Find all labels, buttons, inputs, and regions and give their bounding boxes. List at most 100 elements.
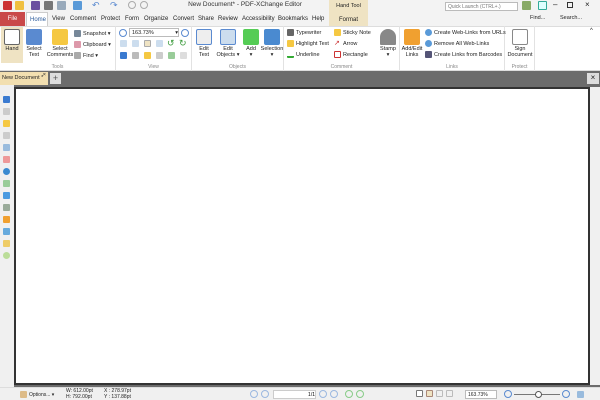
search-pane-icon[interactable] — [3, 192, 10, 199]
underline-button[interactable]: Underline — [287, 51, 320, 59]
properties-icon[interactable] — [180, 52, 187, 59]
add-button[interactable]: Add ▾ — [242, 29, 260, 58]
layers-icon[interactable] — [168, 52, 175, 59]
rotate-left-icon[interactable]: ↺ — [167, 38, 175, 49]
select-text-button[interactable]: Select Text — [24, 29, 44, 58]
open-icon[interactable] — [15, 1, 24, 10]
continuous-icon[interactable] — [426, 390, 433, 397]
find-button[interactable]: Find... — [530, 15, 545, 21]
properties-pane-icon[interactable] — [3, 180, 10, 187]
edit-objects-button[interactable]: Edit Objects ▾ — [216, 29, 240, 58]
tab-organize[interactable]: Organize — [141, 12, 171, 26]
bookmarks-pane-icon[interactable] — [3, 96, 10, 103]
find-tool-button[interactable]: Find ▾ — [74, 52, 98, 60]
tab-view[interactable]: View — [49, 12, 68, 26]
close-tab-icon[interactable]: × — [43, 69, 46, 82]
scan-icon[interactable] — [73, 1, 82, 10]
save-icon[interactable] — [31, 1, 40, 10]
search-button[interactable]: Search... — [560, 15, 582, 21]
minimize-button[interactable]: – — [553, 0, 557, 9]
back-icon[interactable] — [128, 1, 136, 9]
zoom-in-icon[interactable] — [181, 29, 189, 37]
document-tab[interactable]: New Document * × — [0, 72, 48, 85]
zoom-select[interactable]: 163.73% ▾ — [129, 28, 179, 37]
highlight-button[interactable]: Highlight Text — [287, 40, 329, 48]
tab-protect[interactable]: Protect — [98, 12, 123, 26]
tab-format[interactable]: Format — [329, 17, 368, 23]
structure-pane-icon[interactable] — [3, 204, 10, 211]
tab-file[interactable]: File — [0, 12, 25, 26]
pages-icon[interactable] — [132, 52, 139, 59]
options-button[interactable]: Options... ▾ — [20, 391, 54, 398]
zoom-slider-thumb[interactable] — [535, 391, 542, 398]
tab-form[interactable]: Form — [122, 12, 142, 26]
remove-web-links-button[interactable]: Remove All Web-Links — [425, 40, 489, 48]
tab-convert[interactable]: Convert — [170, 12, 197, 26]
articles-pane-icon[interactable] — [3, 240, 10, 247]
tab-home[interactable]: Home — [26, 12, 48, 26]
next-page-icon[interactable] — [319, 390, 327, 398]
redo-icon[interactable]: ↷ — [110, 1, 118, 10]
snapshot-button[interactable]: Snapshot ▾ — [74, 30, 111, 38]
comments-pane-icon[interactable] — [144, 52, 151, 59]
close-all-tabs-button[interactable]: × — [587, 73, 599, 84]
view-options-icon[interactable] — [577, 391, 584, 398]
first-page-icon[interactable] — [250, 390, 258, 398]
content-pane-icon[interactable] — [3, 144, 10, 151]
undo-icon[interactable]: ↶ — [92, 1, 100, 10]
tab-share[interactable]: Share — [195, 12, 217, 26]
select-comments-button[interactable]: Select Comments — [46, 29, 74, 58]
tab-review[interactable]: Review — [215, 12, 241, 26]
arrow-button[interactable]: ↗ Arrow — [334, 40, 357, 48]
quick-launch-input[interactable] — [445, 2, 518, 11]
forward-icon[interactable] — [140, 1, 148, 9]
settings-icon[interactable] — [522, 1, 531, 10]
tab-help[interactable]: Help — [309, 12, 327, 26]
tab-bookmarks[interactable]: Bookmarks — [275, 12, 311, 26]
bookmark-icon[interactable] — [120, 52, 127, 59]
comments-list-icon[interactable] — [3, 120, 10, 127]
single-page-icon[interactable] — [416, 390, 423, 397]
add-edit-links-button[interactable]: Add/Edit Links — [401, 29, 423, 58]
fullscreen-icon[interactable] — [538, 1, 547, 10]
prev-page-icon[interactable] — [261, 390, 269, 398]
document-page[interactable] — [14, 87, 590, 385]
status-zoom-in-icon[interactable] — [562, 390, 570, 398]
page-number-input[interactable] — [273, 390, 316, 399]
rotate-right-icon[interactable]: ↻ — [179, 38, 187, 49]
tab-comment[interactable]: Comment — [67, 12, 99, 26]
collapse-ribbon-icon[interactable]: ^ — [590, 28, 593, 34]
rectangle-button[interactable]: Rectangle — [334, 51, 368, 59]
vertical-scrollbar[interactable] — [590, 87, 600, 385]
layers-pane-icon[interactable] — [3, 168, 10, 175]
sign-document-button[interactable]: Sign Document — [506, 29, 534, 58]
signatures-pane-icon[interactable] — [3, 252, 10, 259]
selection-button[interactable]: Selection ▾ — [260, 29, 284, 58]
history-back-icon[interactable] — [345, 390, 353, 398]
attachments-pane-icon[interactable] — [3, 132, 10, 139]
barcode-links-button[interactable]: Create Links from Barcodes — [425, 51, 502, 59]
fit-width-icon[interactable] — [144, 40, 151, 47]
maximize-button[interactable] — [567, 2, 573, 8]
actual-size-icon[interactable] — [120, 40, 127, 47]
tags-pane-icon[interactable] — [3, 228, 10, 235]
status-zoom-select[interactable]: 163.73% — [465, 390, 497, 399]
fit-page-icon[interactable] — [132, 40, 139, 47]
zoom-out-icon[interactable] — [119, 29, 127, 37]
facing-icon[interactable] — [436, 390, 443, 397]
status-zoom-out-icon[interactable] — [504, 390, 512, 398]
thumbnails-pane-icon[interactable] — [3, 108, 10, 115]
fit-visible-icon[interactable] — [156, 40, 163, 47]
destinations-pane-icon[interactable] — [3, 156, 10, 163]
attachments-icon[interactable] — [156, 52, 163, 59]
typewriter-button[interactable]: Typewriter — [287, 29, 321, 37]
links-pane-icon[interactable] — [3, 216, 10, 223]
new-tab-button[interactable]: + — [50, 73, 61, 84]
hand-button[interactable]: Hand — [1, 27, 23, 63]
continuous-facing-icon[interactable] — [446, 390, 453, 397]
sticky-note-button[interactable]: Sticky Note — [334, 29, 371, 37]
create-web-links-button[interactable]: Create Web-Links from URLs — [425, 29, 506, 37]
email-icon[interactable] — [57, 1, 66, 10]
print-icon[interactable] — [44, 1, 53, 10]
history-forward-icon[interactable] — [356, 390, 364, 398]
